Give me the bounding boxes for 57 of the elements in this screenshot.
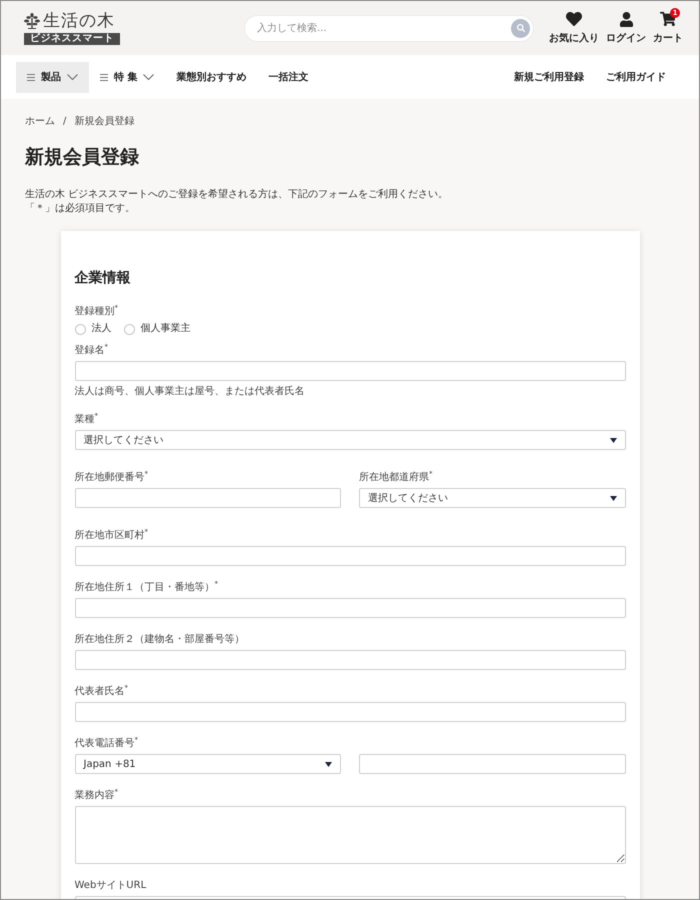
breadcrumb-current: 新規会員登録: [74, 116, 134, 128]
breadcrumb-separator: /: [63, 116, 66, 128]
radio-button[interactable]: [124, 324, 134, 334]
field-label: WebサイトURL: [74, 880, 148, 892]
user-icon: [618, 12, 634, 27]
field-label: 所在地市区町村$^{*}$: [74, 530, 149, 542]
heart-icon: [566, 11, 582, 27]
field-label: 代表者氏名$^{*}$: [74, 686, 129, 698]
intro-text: 生活の木 ビジネススマートへのご登録を希望される方は、下記のフォームをご利用ください。: [25, 188, 450, 202]
chevron-down-icon: [143, 74, 154, 80]
nav-link[interactable]: ご利用ガイド: [595, 62, 677, 92]
field-label: 業務内容$^{*}$: [74, 790, 119, 802]
field-label: 登録種別$^{*}$: [74, 306, 119, 318]
caret-down-icon: [325, 762, 332, 766]
field-label: 代表電話番号$^{*}$: [74, 738, 139, 750]
text-field[interactable]: [74, 598, 626, 618]
text-field[interactable]: [74, 650, 626, 670]
field-label: 所在地住所２（建物名・部屋番号等）: [74, 634, 246, 646]
text-field[interactable]: [74, 702, 626, 722]
page-title: 新規会員登録: [25, 145, 140, 169]
nav-menu-button[interactable]: 特 集: [89, 62, 166, 92]
logo-text[interactable]: 生活の木: [43, 11, 115, 31]
field-label: 所在地住所１（丁目・番地等）$^{*}$: [74, 582, 219, 594]
radio-button[interactable]: [74, 324, 86, 334]
chevron-down-icon: [67, 74, 78, 80]
text-field[interactable]: [74, 546, 626, 566]
text-field[interactable]: [74, 361, 626, 381]
login-link[interactable]: ログイン: [606, 12, 646, 45]
field-label: 登録名$^{*}$: [74, 345, 109, 357]
menu-icon: [27, 74, 35, 80]
nav-link[interactable]: 新規ご利用登録: [503, 62, 595, 92]
menu-icon: [100, 74, 108, 80]
text-field[interactable]: [74, 488, 341, 508]
field-label: 業種$^{*}$: [74, 414, 99, 426]
field-hint: 法人は商号、個人事業主は屋号、または代表者氏名: [74, 386, 306, 398]
field-label: 所在地郵便番号$^{*}$: [74, 472, 149, 484]
logo-tagline: ビジネススマート: [24, 33, 120, 45]
tree-icon: [24, 13, 40, 29]
breadcrumb-link[interactable]: ホーム: [25, 116, 55, 128]
radio-label[interactable]: 個人事業主: [140, 323, 190, 335]
select-field[interactable]: Japan +81: [74, 754, 341, 774]
favorites-link[interactable]: お気に入り: [549, 11, 599, 45]
caret-down-icon: [610, 496, 616, 500]
field-label: 所在地都道府県$^{*}$: [359, 472, 434, 484]
search-field[interactable]: 入力して検索...: [244, 14, 534, 42]
search-icon: [516, 24, 524, 32]
radio-label[interactable]: 法人: [92, 323, 112, 335]
intro-text: 「＊」は必須項目です。: [25, 202, 136, 216]
select-field[interactable]: 選択してください: [359, 488, 626, 508]
nav-item[interactable]: 一括注文: [257, 62, 320, 92]
select-field[interactable]: 選択してください: [74, 430, 626, 450]
text-area[interactable]: [74, 806, 626, 864]
section-title: 企業情報: [74, 269, 132, 287]
caret-down-icon: [610, 438, 616, 442]
text-field[interactable]: [359, 754, 626, 774]
nav-menu-button[interactable]: 製品: [16, 62, 89, 92]
nav-item[interactable]: 業態別おすすめ: [165, 62, 258, 92]
